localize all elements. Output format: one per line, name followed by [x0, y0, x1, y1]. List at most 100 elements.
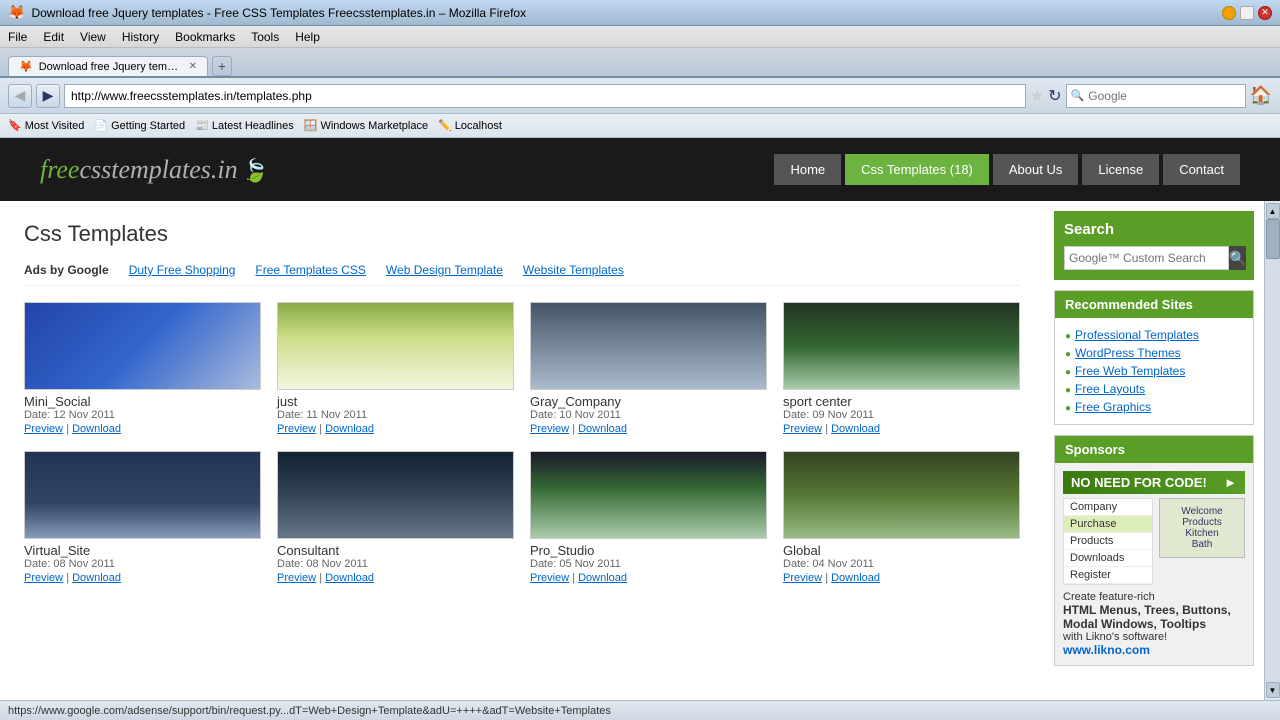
scrollbar[interactable]: ▲ ▼	[1264, 201, 1280, 700]
template-date: Date: 08 Nov 2011	[277, 558, 514, 570]
menu-file[interactable]: File	[8, 30, 27, 44]
template-preview-link[interactable]: Preview	[24, 572, 63, 584]
template-download-link[interactable]: Download	[578, 572, 627, 584]
template-download-link[interactable]: Download	[831, 423, 880, 435]
template-download-link[interactable]: Download	[831, 572, 880, 584]
bookmark-most-visited[interactable]: 🔖 Most Visited	[8, 119, 84, 132]
ads-link-3[interactable]: Website Templates	[523, 263, 624, 277]
bookmark-windows-marketplace[interactable]: 🪟 Windows Marketplace	[304, 119, 428, 132]
template-preview-link[interactable]: Preview	[277, 423, 316, 435]
browser-tab-active[interactable]: 🦊 Download free Jquery templates – Free …	[8, 56, 208, 76]
scroll-up-btn[interactable]: ▲	[1266, 203, 1280, 219]
titlebar: 🦊 Download free Jquery templates - Free …	[0, 0, 1280, 26]
recommended-link-2[interactable]: Free Web Templates	[1075, 364, 1185, 378]
template-download-link[interactable]: Download	[325, 423, 374, 435]
search-input[interactable]	[1064, 246, 1229, 270]
template-download-link[interactable]: Download	[72, 423, 121, 435]
maximize-btn[interactable]	[1240, 6, 1254, 20]
template-item: Global Date: 04 Nov 2011 Preview | Downl…	[783, 451, 1020, 584]
recommended-list-item: ● Professional Templates	[1065, 326, 1243, 344]
recommended-list-item: ● Free Web Templates	[1065, 362, 1243, 380]
recommended-list-item: ● Free Layouts	[1065, 380, 1243, 398]
titlebar-text: Download free Jquery templates - Free CS…	[31, 6, 1216, 20]
recommended-list-item: ● Free Graphics	[1065, 398, 1243, 416]
home-icon[interactable]: 🏠	[1250, 85, 1272, 106]
template-links: Preview | Download	[783, 423, 1020, 435]
template-date: Date: 12 Nov 2011	[24, 409, 261, 421]
menu-help[interactable]: Help	[295, 30, 320, 44]
site-header: freecsstemplates.in🍃 Home Css Templates …	[0, 138, 1280, 201]
minimize-btn[interactable]	[1222, 6, 1236, 20]
template-thumb	[530, 451, 767, 539]
template-item: Mini_Social Date: 12 Nov 2011 Preview | …	[24, 302, 261, 435]
template-name: Consultant	[277, 543, 514, 558]
recommended-list-item: ● WordPress Themes	[1065, 344, 1243, 362]
bookmark-icon-0: 🔖	[8, 119, 22, 132]
ads-link-2[interactable]: Web Design Template	[386, 263, 503, 277]
nav-css-templates[interactable]: Css Templates (18)	[845, 154, 989, 185]
bookmarks-bar: 🔖 Most Visited 📄 Getting Started 📰 Lates…	[0, 114, 1280, 138]
template-preview-link[interactable]: Preview	[530, 423, 569, 435]
scroll-thumb[interactable]	[1266, 219, 1280, 259]
ad-url[interactable]: www.likno.com	[1063, 643, 1245, 657]
nav-license[interactable]: License	[1082, 154, 1159, 185]
template-links: Preview | Download	[24, 572, 261, 584]
template-download-link[interactable]: Download	[72, 572, 121, 584]
new-tab-btn[interactable]: +	[212, 56, 232, 76]
sponsors-section: Sponsors NO NEED FOR CODE! ► CompanyPurc…	[1054, 435, 1254, 666]
nav-about-us[interactable]: About Us	[993, 154, 1078, 185]
star-icon[interactable]: ★	[1030, 86, 1044, 106]
menu-bookmarks[interactable]: Bookmarks	[175, 30, 235, 44]
template-preview-link[interactable]: Preview	[530, 572, 569, 584]
template-name: Mini_Social	[24, 394, 261, 409]
menu-edit[interactable]: Edit	[43, 30, 64, 44]
recommended-link-0[interactable]: Professional Templates	[1075, 328, 1199, 342]
bookmark-latest-headlines[interactable]: 📰 Latest Headlines	[195, 119, 294, 132]
template-thumb	[783, 451, 1020, 539]
menu-view[interactable]: View	[80, 30, 106, 44]
recommended-link-3[interactable]: Free Layouts	[1075, 382, 1145, 396]
status-bar: https://www.google.com/adsense/support/b…	[0, 700, 1280, 720]
template-item: Virtual_Site Date: 08 Nov 2011 Preview |…	[24, 451, 261, 584]
ad-badge-icon: ►	[1224, 475, 1237, 490]
bookmark-localhost[interactable]: ✏️ Localhost	[438, 119, 502, 132]
template-download-link[interactable]: Download	[325, 572, 374, 584]
template-name: just	[277, 394, 514, 409]
back-btn[interactable]: ◀	[8, 84, 32, 108]
template-links: Preview | Download	[530, 423, 767, 435]
scroll-track[interactable]	[1265, 219, 1280, 682]
ad-menu-item: Register	[1064, 567, 1152, 584]
template-name: sport center	[783, 394, 1020, 409]
recommended-link-1[interactable]: WordPress Themes	[1075, 346, 1181, 360]
ad-menu-item: Company	[1064, 499, 1152, 516]
tab-close-btn[interactable]: ✕	[189, 61, 197, 72]
refresh-icon[interactable]: ↻	[1048, 86, 1061, 106]
google-icon: 🔍	[1067, 89, 1089, 102]
close-btn[interactable]: ✕	[1258, 6, 1272, 20]
navbar: ◀ ▶ ★ ↻ 🔍 🏠	[0, 78, 1280, 114]
template-preview-link[interactable]: Preview	[783, 572, 822, 584]
bookmark-getting-started[interactable]: 📄 Getting Started	[94, 119, 185, 132]
ads-link-1[interactable]: Free Templates CSS	[255, 263, 366, 277]
scroll-down-btn[interactable]: ▼	[1266, 682, 1280, 698]
nav-contact[interactable]: Contact	[1163, 154, 1240, 185]
nav-home[interactable]: Home	[774, 154, 841, 185]
search-container: 🔍	[1066, 84, 1246, 108]
sponsors-title: Sponsors	[1055, 436, 1253, 463]
template-thumb	[277, 302, 514, 390]
menu-history[interactable]: History	[122, 30, 159, 44]
forward-btn[interactable]: ▶	[36, 84, 60, 108]
firefox-icon: 🦊	[8, 4, 25, 21]
recommended-link-4[interactable]: Free Graphics	[1075, 400, 1151, 414]
template-download-link[interactable]: Download	[578, 423, 627, 435]
template-preview-link[interactable]: Preview	[24, 423, 63, 435]
template-item: Pro_Studio Date: 05 Nov 2011 Preview | D…	[530, 451, 767, 584]
search-button[interactable]: 🔍	[1229, 246, 1246, 270]
template-preview-link[interactable]: Preview	[783, 423, 822, 435]
menu-tools[interactable]: Tools	[251, 30, 279, 44]
template-preview-link[interactable]: Preview	[277, 572, 316, 584]
search-input[interactable]	[1088, 89, 1244, 103]
address-bar[interactable]	[64, 84, 1026, 108]
ads-link-0[interactable]: Duty Free Shopping	[129, 263, 236, 277]
content-area: Css Templates Ads by Google Duty Free Sh…	[0, 201, 1044, 700]
